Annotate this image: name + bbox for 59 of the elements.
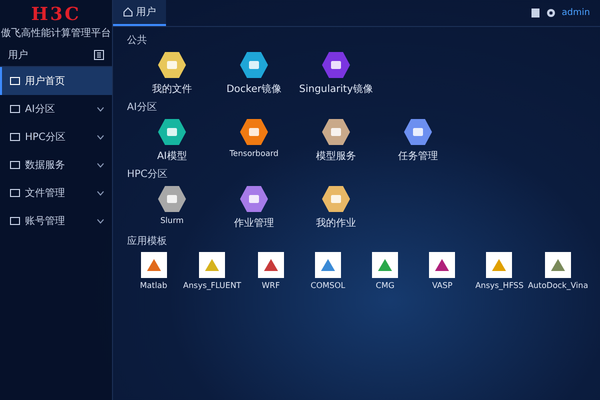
sidebar-item[interactable]: AI分区 [0,95,112,123]
settings-icon[interactable] [546,8,556,18]
app-label: Singularity镜像 [299,82,373,96]
document-icon[interactable] [530,8,540,18]
app-logo-icon[interactable] [372,252,398,278]
hexagon-app-icon[interactable] [157,51,187,79]
tab[interactable]: 用户 [113,0,166,26]
app-label: Ansys_FLUENT [183,281,242,290]
app-label: 作业管理 [234,216,274,230]
collapse-icon[interactable] [94,50,104,60]
app-label: Ansys_HFSS [475,281,524,290]
app-label: AutoDock_Vina [528,281,588,290]
app-label: CMG [376,281,394,290]
app-label: 我的作业 [316,216,356,230]
app-label: AI模型 [157,150,187,163]
sidebar-item[interactable]: 文件管理 [0,179,112,207]
app-label: 任务管理 [398,150,438,163]
menu-item-icon [10,132,20,142]
section-title: AI分区 [127,101,158,114]
sidebar-item[interactable]: 账号管理 [0,207,112,235]
hexagon-app-icon[interactable] [239,51,269,79]
app-logo-icon[interactable] [429,252,456,278]
sidebar-title: 用户 [8,48,28,62]
platform-subtitle: 傲飞高性能计算管理平台 [1,26,111,40]
sidebar-item[interactable]: 数据服务 [0,151,112,179]
hexagon-app-icon[interactable] [321,51,351,79]
hexagon-app-icon[interactable] [321,185,351,213]
menu-item-icon [10,216,20,226]
app-logo-icon[interactable] [140,252,167,278]
menu-item-icon [10,160,20,170]
hexagon-app-icon[interactable] [157,185,187,213]
hexagon-app-icon[interactable] [403,118,433,146]
app-label: 我的文件 [152,82,192,96]
app-label: Tensorboard [230,149,278,158]
app-label: 模型服务 [316,150,356,163]
hexagon-app-icon[interactable] [239,118,269,146]
section-title: HPC分区 [127,168,169,181]
app-label: Matlab [140,281,168,290]
menu-item-icon [10,76,20,86]
sidebar-item[interactable]: HPC分区 [0,123,112,151]
app-logo-icon[interactable] [258,252,284,278]
section-title: 公共 [127,34,148,47]
menu-item-icon [10,104,20,114]
user-name[interactable]: admin [562,8,590,18]
app-label: Slurm [160,216,184,225]
app-label: Docker镜像 [226,82,282,96]
hexagon-app-icon[interactable] [239,185,269,213]
home-icon [123,7,133,17]
section-title: 应用模板 [127,234,168,248]
app-logo-icon[interactable] [545,252,572,278]
hexagon-app-icon[interactable] [321,118,351,146]
app-label: COMSOL [310,281,346,290]
menu-item-icon [10,188,20,198]
app-label: WRF [262,281,280,290]
sidebar-item[interactable]: 用户首页 [0,67,112,95]
brand-logo: H3C [31,6,81,24]
hexagon-app-icon[interactable] [157,118,187,146]
app-logo-icon[interactable] [314,252,341,278]
app-label: VASP [432,281,452,290]
